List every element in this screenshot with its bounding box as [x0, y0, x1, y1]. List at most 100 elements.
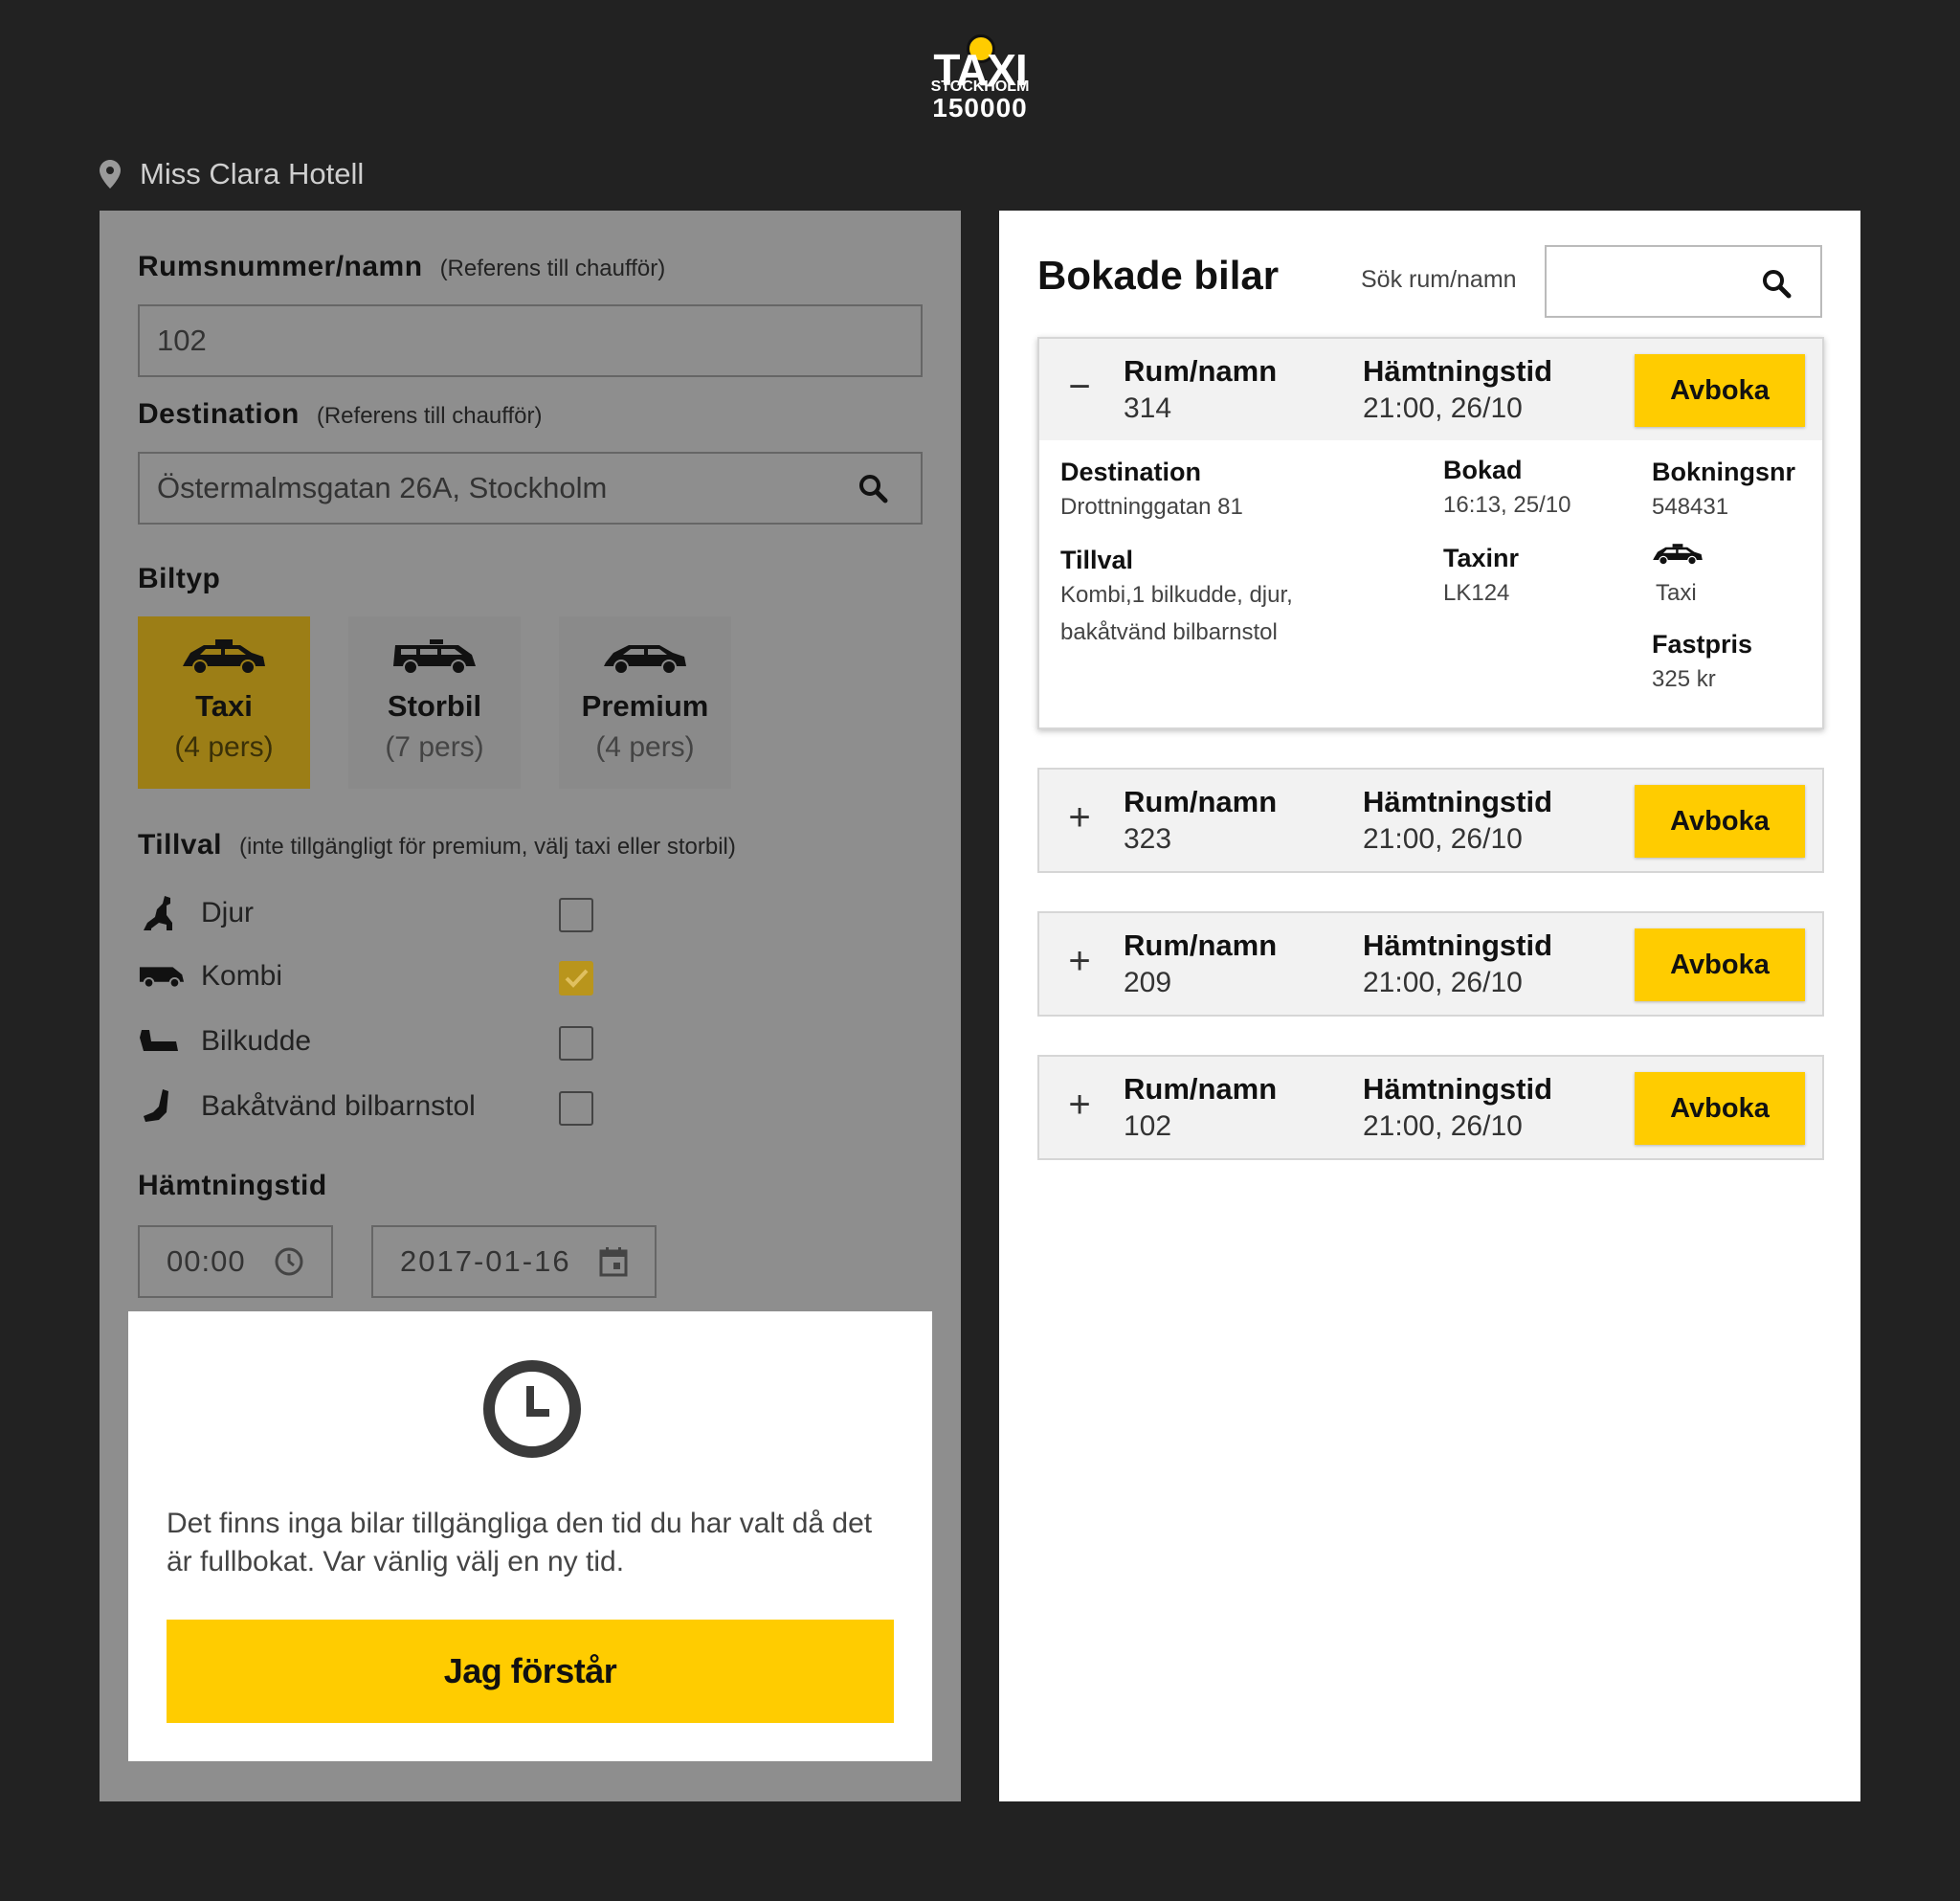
search-icon[interactable]: [1761, 268, 1792, 299]
destination-input-value: Östermalmsgatan 26A, Stockholm: [157, 471, 608, 504]
expand-icon[interactable]: +: [1060, 1085, 1099, 1124]
room-input[interactable]: 102: [138, 304, 923, 377]
detail-extras-value-2: bakåtvänd bilbarnstol: [1060, 619, 1278, 645]
checkbox-kombi[interactable]: [559, 961, 593, 995]
date-input[interactable]: 2017-01-16: [371, 1225, 657, 1298]
detail-extras-value-1: Kombi,1 bilkudde, djur,: [1060, 582, 1293, 608]
fully-booked-dialog: Det finns inga bilar tillgängliga den ti…: [128, 1311, 932, 1761]
time-value: 21:00, 26/10: [1363, 1110, 1523, 1142]
logo-line3: 150000: [932, 93, 1028, 123]
extra-label: Bilkudde: [201, 1025, 312, 1057]
search-input[interactable]: [1545, 245, 1822, 318]
collapse-icon[interactable]: −: [1060, 368, 1099, 406]
room-value: 314: [1124, 392, 1172, 424]
time-header: Hämtningstid: [1363, 785, 1553, 818]
detail-cartype-value: Taxi: [1656, 580, 1697, 606]
extra-option-bilbarnstol[interactable]: Bakåtvänd bilbarnstol: [138, 1084, 597, 1129]
checkbox-djur[interactable]: [559, 898, 593, 932]
detail-price-label: Fastpris: [1652, 630, 1753, 659]
detail-taxinr-label: Taxinr: [1443, 544, 1520, 572]
booster-seat-icon: [138, 1028, 186, 1055]
room-header: Rum/namn: [1124, 354, 1278, 388]
pickup-label: Hämtningstid: [138, 1170, 327, 1201]
cancel-booking-button[interactable]: Avboka: [1635, 1072, 1805, 1145]
cancel-booking-button[interactable]: Avboka: [1635, 354, 1805, 427]
search-label: Sök rum/namn: [1361, 266, 1517, 293]
dialog-message: Det finns inga bilar tillgängliga den ti…: [167, 1508, 873, 1577]
extra-option-djur[interactable]: Djur: [138, 890, 597, 936]
cartype-label: Biltyp: [138, 563, 221, 594]
room-value: 209: [1124, 967, 1172, 998]
booking-item: + Rum/namn 323 Hämtningstid 21:00, 26/10…: [1037, 768, 1824, 873]
detail-extras-label: Tillval: [1060, 546, 1134, 574]
clock-icon: [275, 1247, 303, 1276]
van-icon: [138, 963, 186, 990]
taxi-icon: [183, 639, 265, 675]
understand-button[interactable]: Jag förstår: [167, 1620, 894, 1723]
cancel-booking-button[interactable]: Avboka: [1635, 928, 1805, 1001]
detail-bookingnr-label: Bokningsnr: [1652, 458, 1796, 486]
room-ref: (Referens till chaufför): [439, 256, 666, 281]
time-value: 21:00, 26/10: [1363, 392, 1523, 424]
checkbox-bilkudde[interactable]: [559, 1026, 593, 1061]
booking-header[interactable]: − Rum/namn 314 Hämtningstid 21:00, 26/10…: [1039, 339, 1822, 440]
time-header: Hämtningstid: [1363, 928, 1553, 962]
room-header: Rum/namn: [1124, 928, 1278, 962]
detail-booked-label: Bokad: [1443, 456, 1523, 484]
hotel-location: Miss Clara Hotell: [100, 153, 364, 195]
location-pin-icon: [100, 160, 121, 189]
car-name: Premium: [581, 689, 709, 723]
destination-label-text: Destination: [138, 398, 300, 430]
detail-taxinr-value: LK124: [1443, 580, 1510, 606]
extras-label: Tillval (inte tillgängligt för premium, v…: [138, 829, 736, 861]
destination-label: Destination (Referens till chaufför): [138, 398, 543, 431]
detail-booked-value: 16:13, 25/10: [1443, 492, 1571, 518]
booking-details: Destination Drottninggatan 81 Bokad 16:1…: [1039, 440, 1822, 727]
destination-ref: (Referens till chaufför): [316, 403, 543, 429]
car-option-premium[interactable]: Premium (4 pers): [559, 616, 731, 789]
clock-icon: [483, 1360, 581, 1458]
checkbox-bilbarnstol[interactable]: [559, 1091, 593, 1126]
car-name: Taxi: [195, 689, 253, 723]
extra-option-kombi[interactable]: Kombi: [138, 953, 597, 999]
booking-header[interactable]: + Rum/namn 209 Hämtningstid 21:00, 26/10…: [1039, 913, 1822, 1015]
extra-option-bilkudde[interactable]: Bilkudde: [138, 1018, 597, 1064]
destination-input[interactable]: Östermalmsgatan 26A, Stockholm: [138, 452, 923, 525]
room-value: 323: [1124, 823, 1172, 855]
room-label: Rumsnummer/namn (Referens till chaufför): [138, 251, 665, 283]
sedan-icon: [604, 645, 686, 675]
booking-item: + Rum/namn 209 Hämtningstid 21:00, 26/10…: [1037, 911, 1824, 1017]
detail-destination-value: Drottninggatan 81: [1060, 494, 1243, 520]
car-capacity: (4 pers): [595, 731, 695, 763]
booking-header[interactable]: + Rum/namn 102 Hämtningstid 21:00, 26/10…: [1039, 1057, 1822, 1158]
car-option-storbil[interactable]: Storbil (7 pers): [348, 616, 521, 789]
time-value: 21:00, 26/10: [1363, 967, 1523, 998]
cancel-booking-button[interactable]: Avboka: [1635, 785, 1805, 858]
time-value: 21:00, 26/10: [1363, 823, 1523, 855]
minivan-icon: [393, 639, 476, 675]
checkmark-icon: [565, 969, 589, 988]
room-header: Rum/namn: [1124, 1072, 1278, 1106]
calendar-icon: [599, 1247, 628, 1277]
room-input-value: 102: [157, 324, 207, 357]
time-input[interactable]: 00:00: [138, 1225, 333, 1298]
car-capacity: (4 pers): [174, 731, 274, 763]
taxi-icon: [1653, 544, 1703, 566]
expand-icon[interactable]: +: [1060, 798, 1099, 837]
hotel-name: Miss Clara Hotell: [140, 157, 365, 190]
booking-item: − Rum/namn 314 Hämtningstid 21:00, 26/10…: [1037, 337, 1824, 729]
extras-note: (inte tillgängligt för premium, välj tax…: [239, 834, 736, 860]
detail-destination-label: Destination: [1060, 458, 1202, 486]
detail-bookingnr-value: 548431: [1652, 494, 1729, 520]
search-icon[interactable]: [858, 473, 888, 503]
dog-icon: [138, 894, 186, 932]
extra-label: Kombi: [201, 960, 283, 992]
booking-header[interactable]: + Rum/namn 323 Hämtningstid 21:00, 26/10…: [1039, 770, 1822, 871]
extras-label-text: Tillval: [138, 829, 222, 861]
child-seat-icon: [138, 1087, 186, 1126]
expand-icon[interactable]: +: [1060, 942, 1099, 980]
extra-label: Bakåtvänd bilbarnstol: [201, 1090, 476, 1122]
car-option-taxi[interactable]: Taxi (4 pers): [138, 616, 310, 789]
bookings-panel: Bokade bilar Sök rum/namn − Rum/namn 314…: [999, 211, 1860, 1801]
car-name: Storbil: [387, 689, 482, 723]
